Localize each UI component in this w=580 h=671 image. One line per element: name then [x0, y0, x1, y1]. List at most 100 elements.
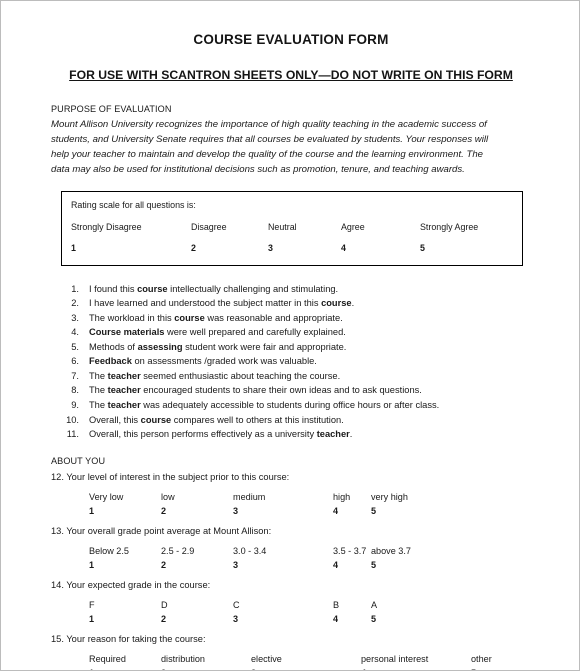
question-text: Course materials were well prepared and … — [89, 327, 346, 338]
purpose-paragraph: Mount Allison University recognizes the … — [51, 117, 517, 178]
question-number: 11. — [66, 429, 79, 440]
about-you-option-label: Below 2.5 — [89, 545, 129, 556]
purpose-line: students, and University Senate requires… — [51, 134, 489, 146]
question-text: Feedback on assessments /graded work was… — [89, 356, 317, 367]
purpose-line: help your teacher to maintain and develo… — [51, 149, 483, 161]
about-you-option-labels: FDCBA — [51, 600, 531, 613]
question-text: The teacher was adequately accessible to… — [89, 400, 440, 410]
about-you-option-value: 4 — [333, 613, 339, 624]
about-you-option-value: 1 — [89, 559, 95, 570]
rating-scale-box: Rating scale for all questions is: Stron… — [61, 190, 523, 266]
evaluation-question-item: 1. I found this course intellectually cha… — [51, 282, 531, 297]
about-you-option-value: 5 — [371, 613, 377, 624]
rating-scale-labels: Strongly Disagree Disagree Neutral Agree Str… — [62, 222, 522, 235]
about-you-question-block: 13. Your overall grade point average at … — [51, 526, 531, 573]
about-you-option-label: 3.5 - 3.7 — [333, 545, 367, 556]
about-you-option-labels: Required distribution elective personal int… — [51, 654, 531, 667]
about-you-option-value: 3 — [233, 613, 239, 624]
evaluation-question-item: 6. Feedback on assessments /graded work w… — [51, 354, 531, 369]
rating-scale-value: 2 — [191, 242, 196, 253]
about-you-question-prompt: 14. Your expected grade in the course: — [51, 579, 211, 590]
question-text: Overall, this course compares well to ot… — [89, 414, 344, 425]
document-page: COURSE EVALUATION FORM FOR USE WITH SCAN… — [0, 0, 580, 671]
purpose-line: data may also be used for institutional … — [51, 164, 465, 176]
rating-scale-value: 1 — [71, 242, 76, 253]
about-you-option-label: Required — [89, 653, 126, 664]
question-number: 6. — [71, 356, 79, 367]
about-you-option-value: 2 — [161, 613, 167, 624]
question-number: 3. — [71, 312, 79, 323]
form-sheet: COURSE EVALUATION FORM FOR USE WITH SCAN… — [51, 1, 531, 670]
evaluation-question-item: 11. Overall, this person performs effecti… — [51, 427, 531, 442]
question-number: 4. — [71, 327, 79, 338]
about-you-question-prompt: 12. Your level of interest in the subjec… — [51, 471, 290, 482]
question-text: Methods of assessing student work were f… — [89, 341, 347, 352]
about-you-option-value: 1 — [89, 505, 95, 516]
about-you-option-value: 4 — [361, 668, 366, 670]
question-number: 1. — [71, 283, 79, 294]
rating-scale-label: Strongly Agree — [420, 221, 479, 232]
about-you-option-values: 1 2 3 4 5 — [51, 668, 531, 670]
question-text: I have learned and understood the subjec… — [89, 298, 355, 309]
about-you-option-label: elective — [251, 653, 282, 664]
about-you-option-value: 2 — [161, 668, 166, 670]
page-subtitle: FOR USE WITH SCANTRON SHEETS ONLY—DO NOT… — [69, 68, 513, 82]
about-you-option-label: B — [333, 599, 340, 610]
about-you-option-labels: Very low low medium high very high — [51, 492, 531, 505]
about-you-option-value: 3 — [233, 559, 239, 570]
rating-scale-label: Strongly Disagree — [71, 221, 142, 232]
about-you-option-value: 5 — [471, 668, 476, 670]
rating-scale-label: Disagree — [191, 221, 227, 232]
question-number: 2. — [71, 298, 79, 309]
question-text: The teacher seemed enthusiastic about te… — [89, 370, 341, 381]
question-number: 7. — [71, 370, 79, 381]
question-text: The teacher encouraged students to share… — [89, 385, 422, 396]
about-you-option-label: F — [89, 599, 95, 610]
question-text: I found this course intellectually chall… — [89, 283, 339, 294]
rating-scale-value: 5 — [420, 242, 425, 253]
about-you-option-label: 2.5 - 2.9 — [161, 545, 195, 556]
question-number: 8. — [71, 385, 79, 396]
evaluation-question-item: 3. The workload in this course was reason… — [51, 311, 531, 326]
about-you-option-label: very high — [371, 491, 408, 502]
about-you-option-label: 3.0 - 3.4 — [233, 545, 267, 556]
about-you-option-value: 4 — [333, 559, 339, 570]
about-you-option-label: other — [471, 653, 492, 664]
about-you-option-value: 1 — [89, 668, 94, 670]
question-text: The workload in this course was reasonab… — [89, 312, 343, 323]
about-you-question-block: 12. Your level of interest in the subjec… — [51, 472, 531, 519]
rating-scale-value: 3 — [268, 242, 273, 253]
evaluation-question-item: 7. The teacher seemed enthusiastic about … — [51, 369, 531, 384]
about-you-option-label: D — [161, 599, 168, 610]
about-you-option-label: medium — [233, 491, 266, 502]
evaluation-question-item: 2. I have learned and understood the subj… — [51, 296, 531, 311]
about-you-option-value: 4 — [333, 505, 339, 516]
about-you-option-label: distribution — [161, 653, 205, 664]
about-you-option-label: Very low — [89, 491, 124, 502]
about-you-option-values: 1 2 3 4 5 — [51, 506, 531, 519]
about-you-option-label: high — [333, 491, 351, 502]
about-you-option-label: above 3.7 — [371, 545, 411, 556]
about-you-question-prompt: 13. Your overall grade point average at … — [51, 525, 272, 536]
evaluation-question-item: 9. The teacher was adequately accessible … — [51, 398, 531, 413]
about-you-option-labels: Below 2.5 2.5 - 2.9 3.0 - 3.4 3.5 - 3.7 abov… — [51, 546, 531, 559]
evaluation-question-item: 5. Methods of assessing student work were… — [51, 340, 531, 355]
about-you-option-values: 1 2 3 4 5 — [51, 614, 531, 627]
purpose-line: Mount Allison University recognizes the … — [51, 119, 487, 130]
about-you-question-prompt: 15. Your reason for taking the course: — [51, 633, 206, 644]
about-you-option-label: low — [161, 491, 175, 502]
question-number: 5. — [71, 341, 79, 352]
evaluation-question-item: 8. The teacher encouraged students to sha… — [51, 383, 531, 398]
about-you-option-value: 2 — [161, 559, 167, 570]
evaluation-question-list: 1. I found this course intellectually cha… — [51, 282, 531, 442]
purpose-heading: PURPOSE OF EVALUATION — [51, 104, 172, 114]
question-number: 10. — [66, 414, 79, 425]
rating-scale-caption: Rating scale for all questions is: — [71, 199, 196, 210]
evaluation-question-item: 4. Course materials were well prepared an… — [51, 325, 531, 340]
about-you-option-label: personal interest — [361, 653, 429, 664]
about-you-option-value: 2 — [161, 505, 167, 516]
about-you-option-value: 5 — [371, 505, 377, 516]
question-number: 9. — [71, 400, 79, 410]
about-you-option-value: 3 — [233, 505, 239, 516]
about-you-question-block: 15. Your reason for taking the course: Re… — [51, 633, 531, 670]
